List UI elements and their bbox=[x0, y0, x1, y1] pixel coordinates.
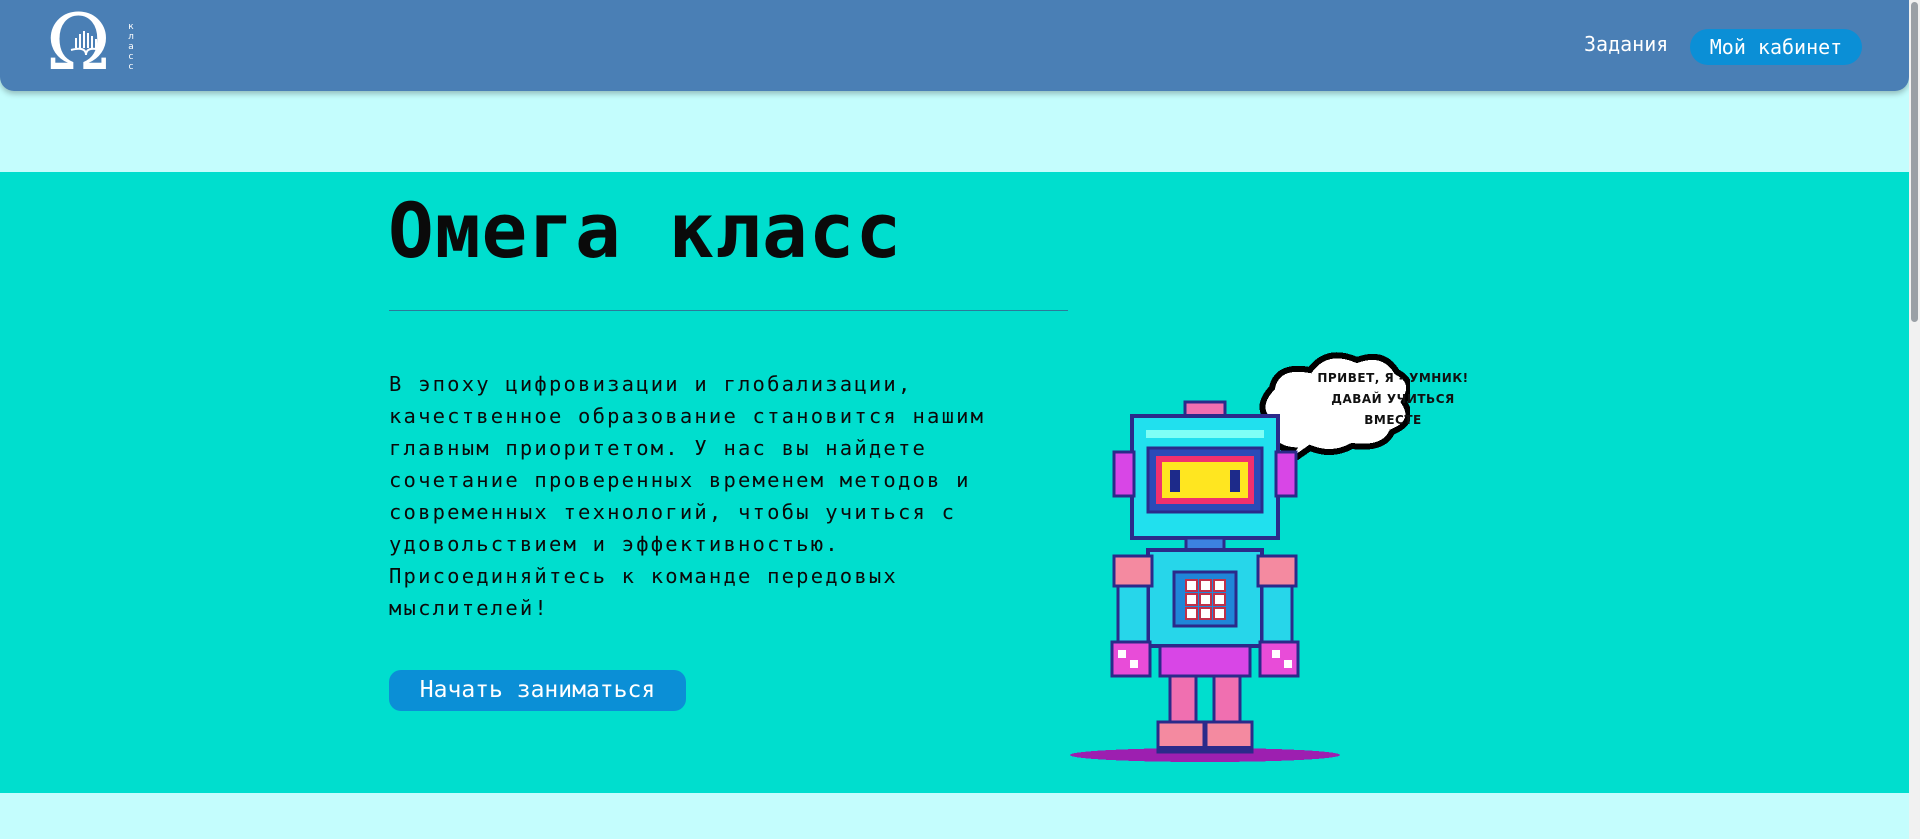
start-learning-button[interactable]: Начать заниматься bbox=[389, 670, 686, 711]
my-cabinet-button[interactable]: Мой кабинет bbox=[1690, 29, 1862, 65]
nav-link-tasks[interactable]: Задания bbox=[1584, 32, 1668, 56]
scrollbar-thumb[interactable] bbox=[1911, 2, 1918, 322]
page-scrollbar[interactable] bbox=[1909, 0, 1920, 839]
speech-bubble-text: ПРИВЕТ, Я - УМНИК! ДАВАЙ УЧИТЬСЯ ВМЕСТЕ bbox=[1317, 371, 1469, 427]
title-divider bbox=[389, 310, 1068, 311]
book-bars-icon bbox=[70, 31, 102, 56]
hero-description: В эпоху цифровизации и глобализации, кач… bbox=[389, 372, 986, 620]
site-header: Ω класс Задания Мой кабинет bbox=[0, 0, 1909, 91]
logo-side-text: класс bbox=[126, 22, 136, 72]
page-title: Омега класс bbox=[388, 186, 903, 275]
omega-logo[interactable]: Ω класс bbox=[46, 2, 136, 84]
hero-section: Омега класс В эпоху цифровизации и глоба… bbox=[0, 172, 1909, 793]
page: Ω класс Задания Мой кабинет Омега класс … bbox=[0, 0, 1909, 839]
